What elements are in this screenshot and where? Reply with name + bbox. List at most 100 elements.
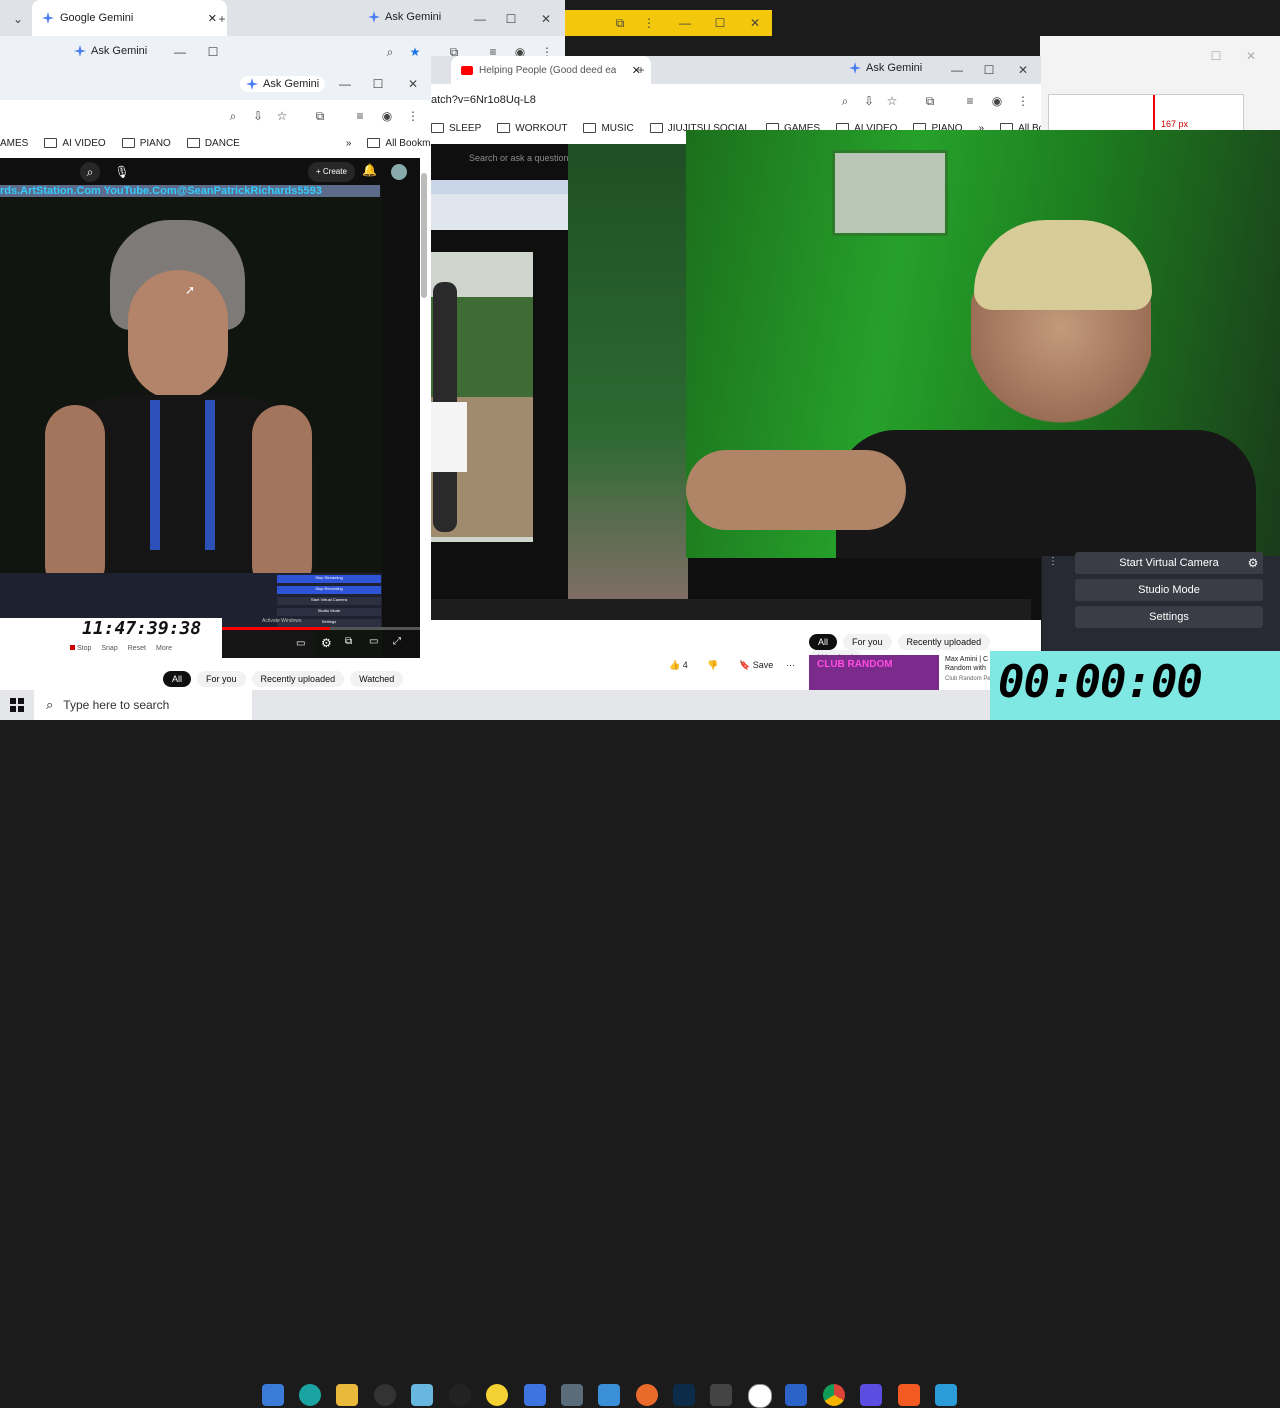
bluestacks-icon[interactable] [598,1384,620,1406]
recommended-channel[interactable]: Club Random Pe [945,676,991,682]
folder-icon[interactable] [336,1384,358,1406]
install-icon[interactable]: ⇩ [250,108,266,124]
maximize-button[interactable]: ☐ [370,76,386,92]
maximize-button[interactable]: ☐ [1208,48,1224,64]
url-field[interactable]: atch?v=6Nr1o8Uq-L8 [431,94,536,106]
chip-recently-uploaded[interactable]: Recently uploaded [251,671,345,687]
extensions-icon[interactable]: ⧉ [312,108,328,124]
media-icon[interactable] [785,1384,807,1406]
maximize-button[interactable]: ☐ [712,15,728,31]
bookmark-piano[interactable]: PIANO [121,138,171,149]
bookmark-sleep[interactable]: SLEEP [431,123,481,134]
ask-gemini-button[interactable]: Ask Gemini [74,45,147,57]
reading-list-icon[interactable]: ≡ [962,93,978,109]
profile-icon[interactable]: ◉ [989,93,1005,109]
taskbar-search[interactable]: ⌕ Type here to search [34,690,252,720]
theater-icon[interactable]: ▭ [369,636,378,647]
edge-icon[interactable] [299,1384,321,1406]
minimize-button[interactable]: — [172,44,188,60]
maximize-button[interactable]: ☐ [503,11,519,27]
create-button[interactable]: + Create [308,162,355,182]
new-tab-button[interactable]: + [214,11,230,27]
obs-icon[interactable] [374,1384,396,1406]
menu-icon[interactable]: ⋮ [641,15,657,31]
chip-recently-uploaded[interactable]: Recently uploaded [897,634,991,650]
zoom-icon[interactable]: ⌕ [225,108,241,124]
docs-icon[interactable] [524,1384,546,1406]
install-icon[interactable]: ⇩ [861,93,877,109]
chip-for-you[interactable]: For you [843,634,892,650]
search-icon[interactable]: ⌕ [80,162,100,182]
word-icon[interactable] [935,1384,957,1406]
close-button[interactable]: ✕ [405,76,421,92]
chip-watched[interactable]: Watched [350,671,404,687]
all-bookmarks[interactable]: All Bookmarks [367,138,431,149]
minimize-button[interactable]: — [949,62,965,78]
close-button[interactable]: ✕ [1015,62,1031,78]
stop-button[interactable]: Stop [70,645,91,652]
maximize-button[interactable]: ☐ [981,62,997,78]
menu-icon[interactable]: ⋮ [1015,93,1031,109]
left-scrollbar[interactable] [421,173,427,298]
studio-mode-button[interactable]: Studio Mode [1075,579,1263,601]
settings-button[interactable]: Settings [1075,606,1263,628]
minimize-button[interactable]: — [472,11,488,27]
save-button[interactable]: 🔖 Save [739,660,773,671]
reading-list-icon[interactable]: ≡ [352,108,368,124]
search-box[interactable]: Search or ask a question [469,153,569,163]
file-explorer-icon[interactable] [262,1384,284,1406]
more-button[interactable]: More [156,645,172,652]
mic-icon[interactable]: 🎙 [112,162,132,182]
maximize-button[interactable]: ☐ [205,44,221,60]
zoom-icon[interactable]: ⌕ [382,44,398,60]
bookmark-music[interactable]: MUSIC [583,123,634,134]
more-actions-button[interactable]: ··· [786,660,795,670]
menu-icon[interactable]: ⋮ [405,108,421,124]
star-icon[interactable]: ☆ [884,93,900,109]
chip-all[interactable]: All [163,671,192,687]
close-button[interactable]: ✕ [538,11,554,27]
like-button[interactable]: 👍 4 [669,660,688,671]
bookmark-games[interactable]: AMES [0,138,28,149]
settings-app-icon[interactable] [561,1384,583,1406]
vpn-icon[interactable] [860,1384,882,1406]
ask-gemini-button[interactable]: Ask Gemini [849,62,922,74]
recommended-thumbnail[interactable]: CLUB RANDOM [809,655,939,690]
fullscreen-icon[interactable]: ⤢ [393,636,401,647]
dislike-button[interactable]: 👎 [707,660,718,671]
snap-button[interactable]: Snap [101,645,117,652]
reset-button[interactable]: Reset [128,645,146,652]
ask-gemini-button[interactable]: Ask Gemini [368,11,441,23]
firefox-icon[interactable] [636,1384,658,1406]
bookmark-ai-video[interactable]: AI VIDEO [44,138,106,149]
clock-icon[interactable] [748,1384,772,1408]
new-tab-button[interactable]: + [633,62,649,78]
bell-icon[interactable]: 🔔 [362,163,377,177]
extension-icon[interactable]: ⧉ [612,15,628,31]
brave-icon[interactable] [898,1384,920,1406]
video-player[interactable]: rds.ArtStation.Com YouTube.Com@SeanPatri… [0,185,382,658]
notepad-icon[interactable] [411,1384,433,1406]
miniplayer-icon[interactable]: ⧉ [345,636,352,647]
extensions-icon[interactable]: ⧉ [922,93,938,109]
close-button[interactable]: ✕ [747,15,763,31]
captions-icon[interactable]: ▭ [296,638,305,649]
ask-gemini-button[interactable]: Ask Gemini [240,76,326,92]
bookmark-workout[interactable]: WORKOUT [497,123,567,134]
tab-google-gemini[interactable]: Google Gemini ✕ [32,0,227,36]
tab-list-button[interactable]: ⌄ [10,11,26,27]
bulb-icon[interactable] [486,1384,508,1406]
recommended-title[interactable]: Max Amini | C Random with [945,655,993,673]
bookmark-dance[interactable]: DANCE [186,138,240,149]
panel-menu-icon[interactable]: ⋮ [1048,556,1058,567]
close-button[interactable]: ✕ [1243,48,1259,64]
chip-for-you[interactable]: For you [197,671,246,687]
bookmarks-more[interactable]: » [346,138,352,149]
star-icon[interactable]: ★ [407,44,423,60]
settings-icon[interactable]: ⚙ [321,636,332,650]
minimize-button[interactable]: — [677,15,693,31]
avatar[interactable] [391,164,407,180]
davinci-icon[interactable] [710,1384,732,1406]
tab-helping-people[interactable]: Helping People (Good deed ea ✕ [451,56,651,84]
start-button[interactable] [10,698,24,712]
